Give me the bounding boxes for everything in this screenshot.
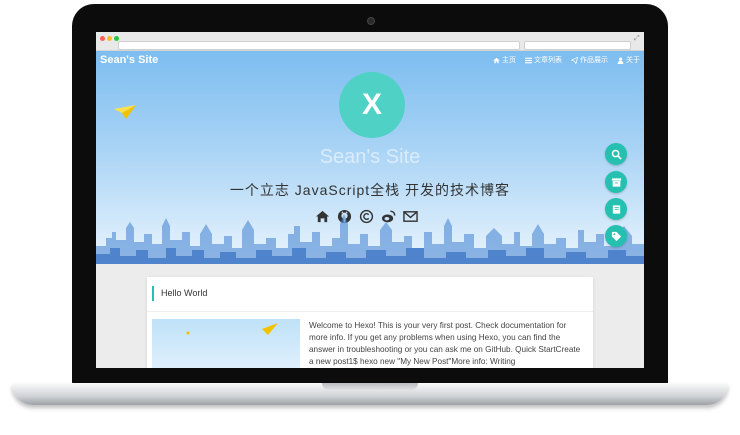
nav-item-about[interactable]: 关于 [617, 55, 640, 65]
site-brand[interactable]: Sean's Site [100, 54, 158, 66]
avatar[interactable]: X [339, 72, 405, 138]
list-icon [525, 57, 532, 63]
book-icon [612, 204, 620, 214]
browser-toolbar: ⤢ [96, 32, 644, 51]
nav-item-articles[interactable]: 文章列表 [525, 55, 562, 65]
webcam [367, 17, 375, 25]
browser-search-box[interactable] [524, 41, 631, 50]
tags-button[interactable] [605, 225, 627, 247]
main-nav: 主页 文章列表 作品展示 关于 [493, 55, 640, 65]
close-window-button[interactable] [100, 36, 105, 41]
book-button[interactable] [605, 198, 627, 220]
paper-plane-icon [571, 56, 578, 64]
post-card[interactable]: Hello World Welcome to Hexo! This is you… [147, 277, 593, 368]
user-icon [617, 56, 624, 64]
laptop-screen: ⤢ Sean's Site 主页 文章列表 作品展示 关于 X Sean's S… [96, 32, 644, 368]
paper-plane-decoration [114, 105, 136, 119]
address-bar[interactable] [118, 41, 520, 50]
city-skyline [96, 214, 644, 264]
nav-item-works[interactable]: 作品展示 [571, 55, 608, 65]
search-button[interactable] [605, 143, 627, 165]
nav-item-home[interactable]: 主页 [493, 55, 516, 65]
nav-label: 关于 [626, 57, 640, 64]
post-list: Hello World Welcome to Hexo! This is you… [96, 264, 644, 368]
hero-title: Sean's Site [319, 146, 421, 168]
post-excerpt: Welcome to Hexo! This is your very first… [309, 321, 581, 366]
minimize-window-button[interactable] [107, 36, 112, 41]
home-icon [493, 57, 500, 63]
archive-icon [611, 177, 621, 187]
site-navbar: Sean's Site 主页 文章列表 作品展示 关于 [96, 51, 644, 69]
nav-label: 作品展示 [580, 57, 608, 64]
post-thumbnail[interactable] [152, 319, 300, 368]
tags-icon [611, 231, 621, 241]
nav-label: 文章列表 [534, 57, 562, 64]
fullscreen-icon[interactable]: ⤢ [634, 35, 640, 43]
search-icon [611, 149, 622, 160]
title-accent-bar [152, 286, 154, 301]
post-card-header: Hello World [147, 277, 593, 312]
laptop-notch [322, 383, 418, 390]
post-title[interactable]: Hello World [161, 288, 207, 298]
hero-subtitle: 一个立志 JavaScript全栈 开发的技术博客 [229, 182, 511, 198]
nav-label: 主页 [502, 57, 516, 64]
archive-button[interactable] [605, 171, 627, 193]
hero-banner: Sean's Site 主页 文章列表 作品展示 关于 X Sean's Sit… [96, 51, 644, 264]
